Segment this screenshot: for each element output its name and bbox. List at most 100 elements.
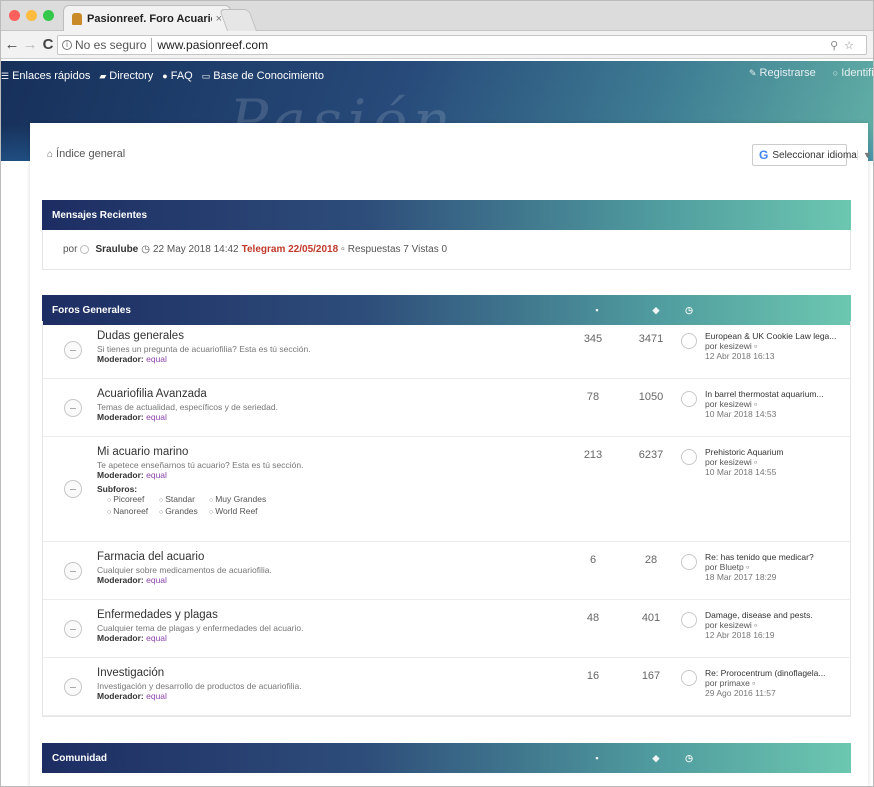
minimize-window-button[interactable] — [26, 10, 37, 21]
section-title: Mensajes Recientes — [52, 209, 148, 221]
clock-icon: ◷ — [141, 244, 150, 255]
subforum-link[interactable]: World Reef — [209, 506, 279, 518]
recent-posts-header: Mensajes Recientes — [42, 200, 851, 230]
forum-description: Si tienes un pregunta de acuariofilia? E… — [97, 344, 311, 354]
forum-description: Investigación y desarrollo de productos … — [97, 681, 302, 691]
subforum-link[interactable]: Standar — [159, 494, 209, 506]
view-post-icon[interactable]: ▫ — [754, 457, 757, 467]
forward-icon[interactable]: → — [21, 36, 39, 53]
breadcrumb-label: Índice general — [56, 148, 126, 160]
reload-icon[interactable]: C — [39, 36, 57, 53]
nav-knowledge-base[interactable]: ▭ Base de Conocimiento — [202, 70, 324, 82]
clock-icon: ◷ — [685, 305, 693, 315]
maximize-window-button[interactable] — [43, 10, 54, 21]
moderator-link[interactable]: equal — [146, 633, 167, 643]
security-label: No es seguro — [75, 38, 153, 52]
last-post-author[interactable]: por primaxe — [705, 678, 750, 688]
language-selector[interactable]: G Seleccionar idioma ▼ — [752, 144, 872, 166]
topics-icon: ▪ — [595, 305, 599, 315]
forum-moderator: Moderador: equal — [97, 412, 557, 422]
section-title: Foros Generales — [52, 304, 131, 316]
book-icon: ▭ — [201, 70, 211, 81]
forum-status-icon — [64, 399, 82, 417]
subforum-link[interactable]: Grandes — [159, 506, 209, 518]
last-post: Prehistoric Aquarium por kesizewi ▫ 10 M… — [705, 447, 845, 477]
forum-list: Dudas generales Si tienes un pregunta de… — [42, 321, 851, 717]
community-header: Comunidad ▪ ◆ ◷ — [42, 743, 851, 773]
user-avatar-icon — [681, 670, 697, 686]
directory-icon: ▰ — [99, 70, 107, 81]
last-post-link[interactable]: Prehistoric Aquarium — [705, 447, 845, 457]
forum-status-icon — [64, 620, 82, 638]
forum-title-link[interactable]: Mi acuario marino — [97, 446, 557, 459]
subforum-link[interactable]: Muy Grandes — [209, 494, 279, 506]
edit-icon: ✎ — [749, 67, 757, 78]
zoom-icon[interactable]: ⚲ — [830, 40, 844, 52]
forum-title-link[interactable]: Enfermedades y plagas — [97, 609, 557, 622]
forum-moderator: Moderador: equal — [97, 354, 557, 364]
moderator-link[interactable]: equal — [146, 575, 167, 585]
back-icon[interactable]: ← — [3, 36, 21, 53]
subforum-link[interactable]: Nanoreef — [107, 506, 159, 518]
last-post-link[interactable]: Re: has tenido que medicar? — [705, 552, 845, 562]
chevron-down-icon: ▼ — [856, 150, 873, 160]
last-post: In barrel thermostat aquarium... por kes… — [705, 389, 845, 419]
user-avatar-icon — [681, 333, 697, 349]
view-post-icon[interactable]: ▫ — [754, 620, 757, 630]
moderator-link[interactable]: equal — [146, 470, 167, 480]
forum-title-link[interactable]: Investigación — [97, 667, 557, 680]
view-post-icon[interactable]: ▫ — [752, 678, 755, 688]
nav-register[interactable]: ✎ Registrarse — [749, 67, 816, 79]
breadcrumb[interactable]: ⌂ Índice general — [47, 148, 125, 160]
close-window-button[interactable] — [9, 10, 20, 21]
recent-post: por Sraulube ◷ 22 May 2018 14:42 Telegra… — [42, 230, 851, 270]
forum-title-link[interactable]: Farmacia del acuario — [97, 551, 557, 564]
forum-info: Farmacia del acuario Cualquier sobre med… — [97, 551, 557, 585]
browser-tab[interactable]: Pasionreef. Foro Acuariofilia × — [63, 5, 231, 31]
forum-moderator: Moderador: equal — [97, 633, 557, 643]
user-avatar-icon — [681, 554, 697, 570]
subforum-link[interactable]: Picoreef — [107, 494, 159, 506]
star-icon[interactable]: ☆ — [844, 40, 860, 52]
nav-login[interactable]: ○Identificarse — [833, 67, 874, 79]
nav-quick-links[interactable]: ☰ Enlaces rápidos — [1, 70, 90, 82]
topic-count: 6 — [589, 554, 597, 566]
last-post: Damage, disease and pests. por kesizewi … — [705, 610, 845, 640]
forum-title-link[interactable]: Acuariofilia Avanzada — [97, 388, 557, 401]
last-post-author[interactable]: por kesizewi — [705, 620, 752, 630]
url-text[interactable]: www.pasionreef.com — [157, 38, 268, 52]
last-post-link[interactable]: Re: Prorocentrum (dinoflagela... — [705, 668, 845, 678]
last-post: Re: has tenido que medicar? por Bluetp ▫… — [705, 552, 845, 582]
tab-title: Pasionreef. Foro Acuariofilia — [87, 12, 212, 25]
view-post-icon[interactable]: ▫ — [746, 562, 749, 572]
last-post-author[interactable]: por kesizewi — [705, 457, 752, 467]
last-post-link[interactable]: Damage, disease and pests. — [705, 610, 845, 620]
nav-faq[interactable]: ● FAQ — [162, 70, 192, 82]
nav-directory[interactable]: ▰ Directory — [99, 70, 153, 82]
address-bar[interactable]: i No es seguro www.pasionreef.com ⚲☆ — [57, 35, 867, 55]
browser-window: Pasionreef. Foro Acuariofilia × ← → C i … — [0, 0, 874, 787]
last-post-link[interactable]: In barrel thermostat aquarium... — [705, 389, 845, 399]
address-toolbar: ← → C i No es seguro www.pasionreef.com … — [1, 31, 873, 59]
tab-bar: Pasionreef. Foro Acuariofilia × — [1, 1, 873, 31]
forum-title-link[interactable]: Dudas generales — [97, 330, 557, 343]
info-icon[interactable]: i — [62, 40, 72, 50]
view-post-icon[interactable]: ▫ — [754, 341, 757, 351]
last-post-author[interactable]: por kesizewi — [705, 399, 752, 409]
forum-status-icon — [64, 678, 82, 696]
recent-topic-link[interactable]: Telegram 22/05/2018 — [242, 244, 339, 255]
last-post-link[interactable]: European & UK Cookie Law lega... — [705, 331, 845, 341]
nav-label: Identificarse — [841, 67, 874, 79]
user-icon — [80, 245, 90, 254]
moderator-link[interactable]: equal — [146, 412, 167, 422]
forum-status-icon — [64, 341, 82, 359]
topic-count: 48 — [586, 612, 600, 624]
last-post-author[interactable]: por Bluetp — [705, 562, 744, 572]
nav-label: Base de Conocimiento — [213, 70, 324, 82]
moderator-link[interactable]: equal — [146, 354, 167, 364]
user-avatar-icon — [681, 612, 697, 628]
view-post-icon[interactable]: ▫ — [754, 399, 757, 409]
last-post-author[interactable]: por kesizewi — [705, 341, 752, 351]
recent-user[interactable]: Sraulube — [95, 244, 138, 255]
moderator-link[interactable]: equal — [146, 691, 167, 701]
